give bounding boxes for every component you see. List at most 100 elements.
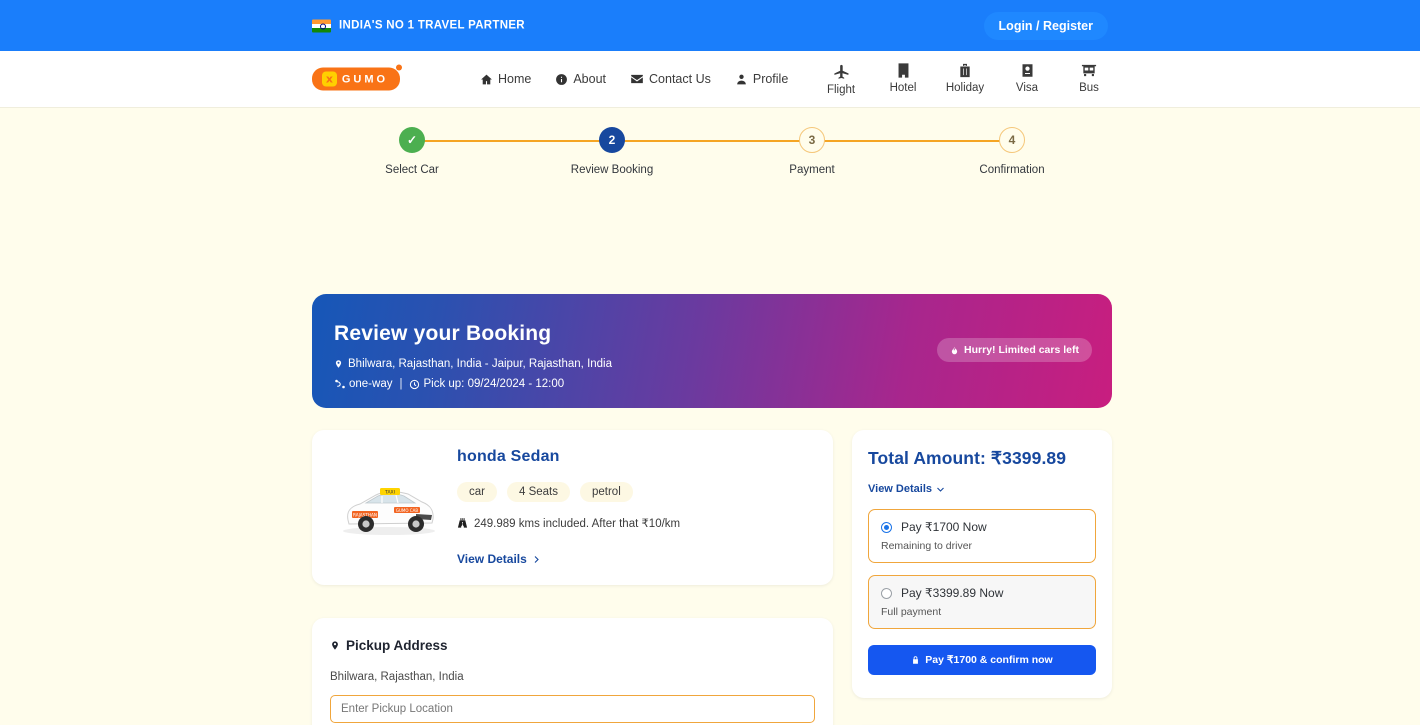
payment-option-subtitle: Remaining to driver xyxy=(881,540,973,552)
road-icon xyxy=(457,517,468,529)
car-chip: petrol xyxy=(579,482,633,502)
g-swoosh-icon: x xyxy=(321,71,337,87)
payment-option-title: Pay ₹3399.89 Now xyxy=(901,586,1004,600)
total-view-details-link[interactable]: View Details xyxy=(868,483,945,495)
service-item-hotel[interactable]: Hotel xyxy=(884,62,922,94)
chevron-right-icon xyxy=(532,555,541,564)
info-circle-icon xyxy=(555,73,568,86)
nav-label: Home xyxy=(498,72,532,86)
pickup-section-title: Pickup Address xyxy=(330,638,815,653)
nav-item-profile[interactable]: Profile xyxy=(735,72,788,86)
lock-icon xyxy=(911,655,920,665)
logo[interactable]: x GUMO xyxy=(312,64,402,91)
step-confirmation[interactable]: 4 Confirmation xyxy=(912,127,1112,176)
car-name: honda Sedan xyxy=(457,448,560,465)
service-label: Hotel xyxy=(889,82,917,94)
banner-pickup-time: Pick up: 09/24/2024 - 12:00 xyxy=(423,378,565,390)
banner-trip-type: one-way xyxy=(349,378,393,390)
announcement-content: INDIA'S NO 1 TRAVEL PARTNER xyxy=(312,19,525,32)
login-register-button[interactable]: Login / Register xyxy=(983,11,1108,40)
nav-item-home[interactable]: Home xyxy=(480,72,531,86)
announcement-text: INDIA'S NO 1 TRAVEL PARTNER xyxy=(339,19,525,32)
main-navigation: Home About Contact Us Profile xyxy=(480,72,788,86)
car-attribute-chips: car 4 Seats petrol xyxy=(457,482,815,502)
pay-and-confirm-button[interactable]: Pay ₹1700 & confirm now xyxy=(868,645,1096,675)
car-view-details-link[interactable]: View Details xyxy=(457,552,815,566)
banner-route-text: Bhilwara, Rajasthan, India - Jaipur, Raj… xyxy=(348,358,613,370)
home-icon xyxy=(480,73,493,86)
car-chip: 4 Seats xyxy=(506,482,570,502)
selected-car-card: TAXI RAJASTHAN GUMO CAB honda Sedan car … xyxy=(312,430,833,585)
service-label: Holiday xyxy=(945,82,985,94)
svg-text:TAXI: TAXI xyxy=(384,490,395,496)
suitcase-icon xyxy=(957,62,973,79)
step-label: Review Booking xyxy=(570,164,654,176)
service-navigation: Flight Hotel Holiday Visa Bus xyxy=(822,62,1108,96)
hotel-icon xyxy=(895,62,912,79)
pickup-location-input[interactable] xyxy=(330,695,815,723)
service-label: Visa xyxy=(1015,82,1039,94)
pickup-address-text: Bhilwara, Rajasthan, India xyxy=(330,671,464,683)
payment-option-subtitle: Full payment xyxy=(881,606,942,618)
map-pin-icon xyxy=(330,639,340,652)
status-badge-label: Hurry! Limited cars left xyxy=(964,344,1079,356)
map-pin-icon xyxy=(334,358,343,370)
car-kms-text: 249.989 kms included. After that ₹10/km xyxy=(474,518,681,530)
india-flag-icon xyxy=(312,19,331,32)
payment-option-radio[interactable] xyxy=(881,587,892,599)
booking-stepper: ✓ Select Car 2 Review Booking 3 Payment … xyxy=(312,127,1112,179)
service-label: Flight xyxy=(826,84,856,96)
clock-icon xyxy=(409,379,420,390)
total-view-details-label: View Details xyxy=(868,483,932,495)
announcement-bar: INDIA'S NO 1 TRAVEL PARTNER Login / Regi… xyxy=(0,0,1420,51)
service-item-bus[interactable]: Bus xyxy=(1070,62,1108,94)
payment-option-full[interactable]: Pay ₹3399.89 Now Full payment xyxy=(868,575,1096,629)
total-amount-card: Total Amount: ₹3399.89 View Details Pay … xyxy=(852,430,1112,698)
user-icon xyxy=(735,73,748,86)
nav-label: Profile xyxy=(752,72,789,86)
service-label: Bus xyxy=(1079,82,1099,94)
review-booking-banner: Review your Booking Bhilwara, Rajasthan,… xyxy=(312,294,1112,408)
step-marker: ✓ xyxy=(399,127,425,153)
payment-option-title: Pay ₹1700 Now xyxy=(901,520,987,534)
car-kms-note: 249.989 kms included. After that ₹10/km xyxy=(457,516,815,530)
taxi-sedan-image: TAXI RAJASTHAN GUMO CAB xyxy=(336,478,441,538)
nav-item-about[interactable]: About xyxy=(555,72,606,86)
pickup-section-label: Pickup Address xyxy=(346,638,448,653)
step-select-car[interactable]: ✓ Select Car xyxy=(312,127,512,176)
svg-text:GUMO CAB: GUMO CAB xyxy=(396,508,418,513)
site-header: x GUMO Home About Contact Us Profile Fli… xyxy=(0,51,1420,108)
step-marker: 2 xyxy=(599,127,625,153)
service-item-holiday[interactable]: Holiday xyxy=(946,62,984,94)
payment-option-radio[interactable] xyxy=(881,521,892,533)
service-item-flight[interactable]: Flight xyxy=(822,62,860,96)
car-info: honda Sedan car 4 Seats petrol 249.989 k… xyxy=(457,448,815,566)
bus-icon xyxy=(1080,62,1098,79)
banner-trip-details: one-way | Pick up: 09/24/2024 - 12:00 xyxy=(334,378,1112,390)
status-badge: Hurry! Limited cars left xyxy=(937,338,1092,362)
step-review-booking[interactable]: 2 Review Booking xyxy=(512,127,712,176)
page-body: ✓ Select Car 2 Review Booking 3 Payment … xyxy=(0,108,1420,725)
nav-label: About xyxy=(573,72,607,86)
step-label: Confirmation xyxy=(979,164,1045,176)
step-payment[interactable]: 3 Payment xyxy=(712,127,912,176)
chevron-down-icon xyxy=(936,485,945,494)
service-item-visa[interactable]: Visa xyxy=(1008,62,1046,94)
car-view-details-label: View Details xyxy=(457,552,527,566)
logo-text: GUMO xyxy=(341,73,389,85)
route-icon xyxy=(334,378,346,390)
pickup-address-card: Pickup Address Bhilwara, Rajasthan, Indi… xyxy=(312,618,833,725)
step-label: Select Car xyxy=(385,164,439,176)
nav-label: Contact Us xyxy=(649,72,711,86)
step-marker: 4 xyxy=(999,127,1025,153)
pay-button-label: Pay ₹1700 & confirm now xyxy=(925,654,1053,666)
plane-icon xyxy=(832,62,851,81)
passport-icon xyxy=(1020,62,1035,79)
step-marker: 3 xyxy=(799,127,825,153)
payment-option-partial[interactable]: Pay ₹1700 Now Remaining to driver xyxy=(868,509,1096,563)
step-label: Payment xyxy=(789,164,835,176)
nav-item-contact-us[interactable]: Contact Us xyxy=(630,72,711,86)
banner-separator: | xyxy=(399,378,403,390)
logo-dot-icon xyxy=(396,64,402,71)
envelope-icon xyxy=(630,72,644,86)
